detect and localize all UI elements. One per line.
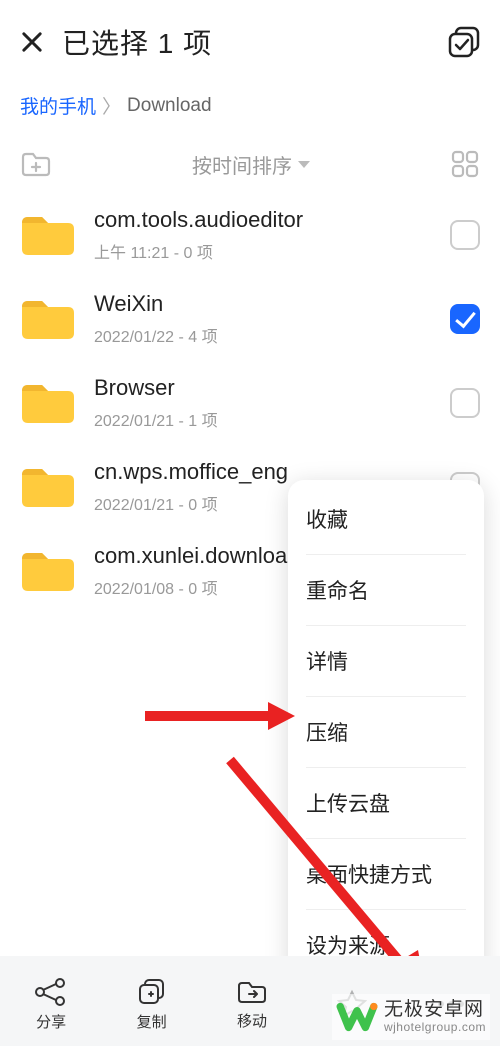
ctx-shortcut[interactable]: 桌面快捷方式	[306, 839, 466, 910]
copy-button[interactable]: 复制	[137, 977, 167, 1032]
ctx-favorite[interactable]: 收藏	[306, 484, 466, 555]
context-menu: 收藏 重命名 详情 压缩 上传云盘 桌面快捷方式 设为来源	[288, 480, 484, 984]
close-icon[interactable]	[18, 28, 46, 56]
ctx-rename[interactable]: 重命名	[306, 555, 466, 626]
folder-row[interactable]: com.tools.audioeditor 上午 11:21 - 0 项	[0, 193, 500, 277]
item-checkbox[interactable]	[450, 304, 480, 334]
folder-row[interactable]: WeiXin 2022/01/22 - 4 项	[0, 277, 500, 361]
item-name: Browser	[94, 375, 450, 401]
move-icon	[235, 978, 269, 1006]
selection-header: 已选择 1 项	[0, 0, 500, 74]
share-button[interactable]: 分享	[34, 977, 68, 1032]
move-label: 移动	[237, 1010, 267, 1031]
folder-icon	[20, 465, 76, 509]
breadcrumb: 我的手机 〉 Download	[0, 74, 500, 129]
folder-icon	[20, 297, 76, 341]
item-subtitle: 2022/01/22 - 4 项	[94, 323, 450, 347]
watermark-title: 无极安卓网	[384, 1000, 486, 1021]
annotation-arrow	[140, 696, 300, 736]
sort-button[interactable]: 按时间排序	[52, 150, 450, 179]
list-toolbar: 按时间排序	[0, 129, 500, 193]
folder-icon	[20, 549, 76, 593]
share-label: 分享	[36, 1011, 66, 1032]
copy-icon	[137, 977, 167, 1007]
sort-label-text: 按时间排序	[192, 150, 292, 179]
folder-icon	[20, 381, 76, 425]
select-all-icon[interactable]	[446, 24, 482, 60]
item-checkbox[interactable]	[450, 220, 480, 250]
copy-label: 复制	[137, 1011, 167, 1032]
watermark-url: wjhotelgroup.com	[384, 1021, 486, 1034]
ctx-upload[interactable]: 上传云盘	[306, 768, 466, 839]
watermark-logo-icon	[336, 996, 378, 1038]
move-button[interactable]: 移动	[235, 978, 269, 1031]
chevron-down-icon	[298, 161, 310, 168]
ctx-details[interactable]: 详情	[306, 626, 466, 697]
grid-view-icon[interactable]	[450, 149, 480, 179]
item-subtitle: 上午 11:21 - 0 项	[94, 239, 450, 263]
new-folder-icon[interactable]	[20, 150, 52, 178]
header-title: 已选择 1 项	[62, 22, 212, 62]
breadcrumb-current: Download	[127, 95, 212, 117]
item-subtitle: 2022/01/21 - 1 项	[94, 407, 450, 431]
item-checkbox[interactable]	[450, 388, 480, 418]
watermark: 无极安卓网 wjhotelgroup.com	[332, 994, 490, 1040]
item-name: com.tools.audioeditor	[94, 207, 450, 233]
share-icon	[34, 977, 68, 1007]
folder-row[interactable]: Browser 2022/01/21 - 1 项	[0, 361, 500, 445]
breadcrumb-root[interactable]: 我的手机	[20, 92, 96, 119]
item-name: WeiXin	[94, 291, 450, 317]
ctx-compress[interactable]: 压缩	[306, 697, 466, 768]
folder-icon	[20, 213, 76, 257]
chevron-right-icon: 〉	[102, 92, 121, 119]
